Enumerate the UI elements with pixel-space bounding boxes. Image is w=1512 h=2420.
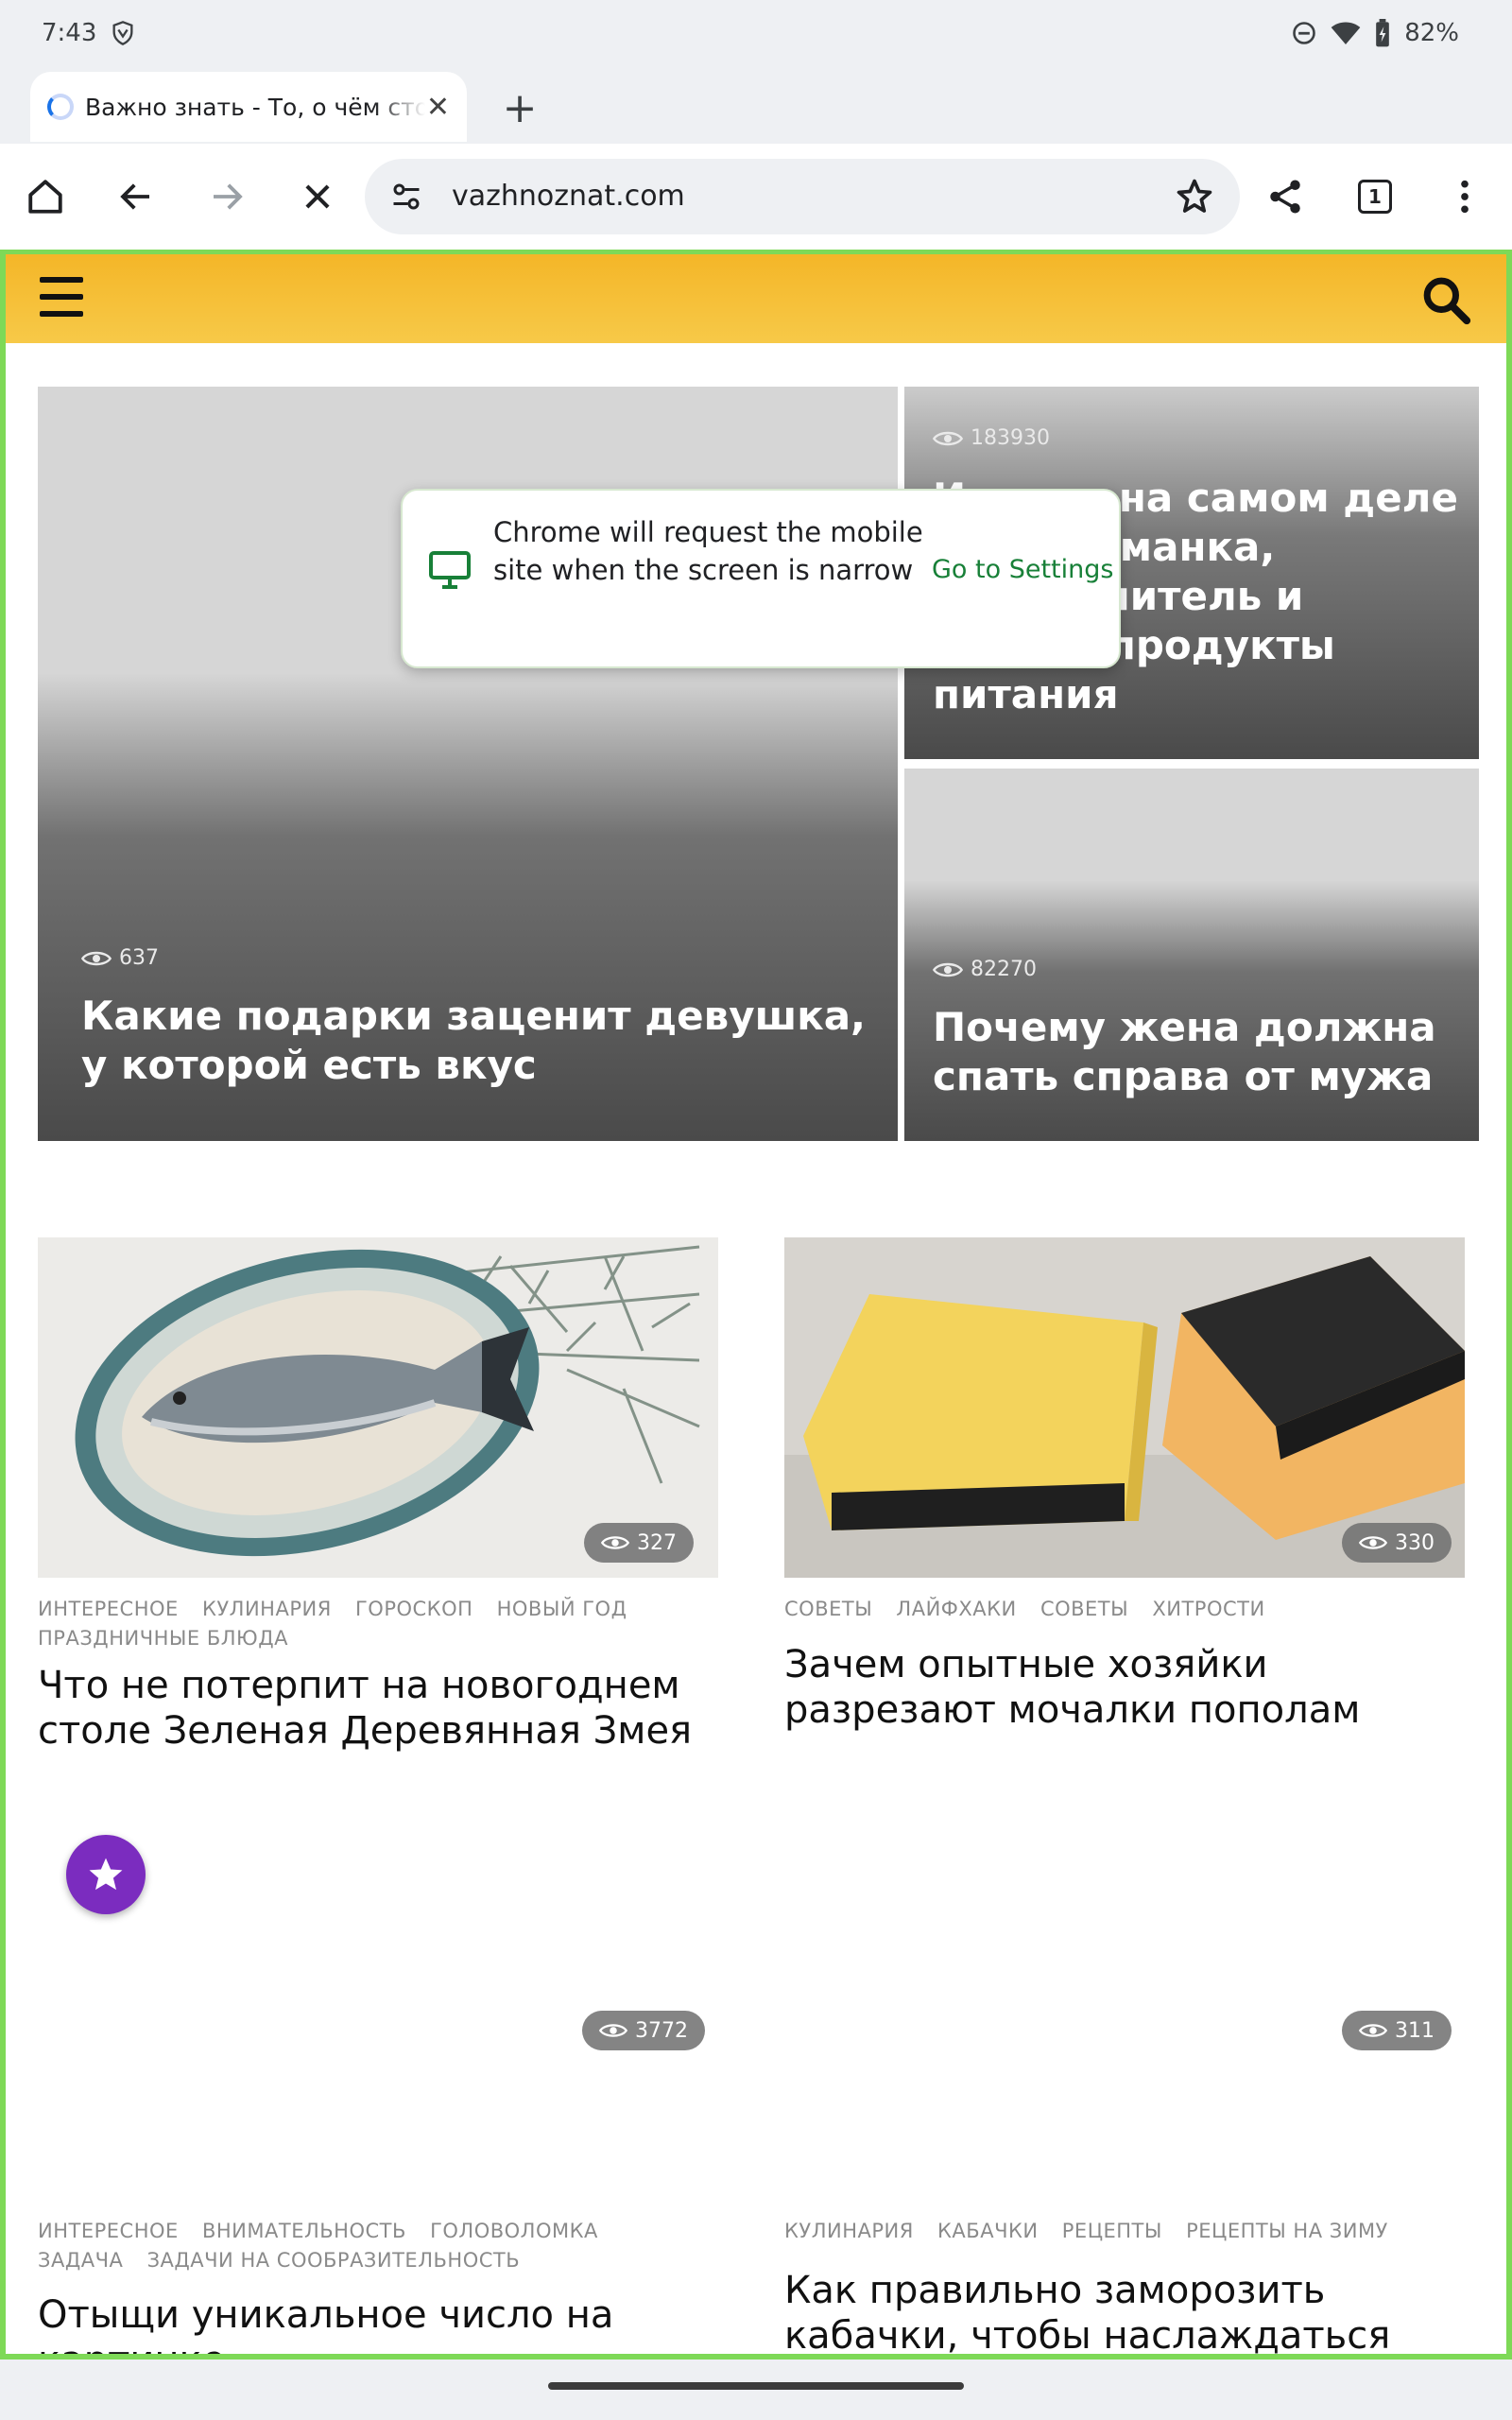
- views-badge: 311: [1342, 2011, 1452, 2050]
- eye-icon: [933, 431, 963, 445]
- views-counter: 82270: [933, 958, 1037, 981]
- hero-title[interactable]: Почему жена должна спать справа от мужа: [933, 1003, 1462, 1101]
- tag-link[interactable]: ИНТЕРЕСНОЕ: [38, 2220, 179, 2242]
- eye-icon: [1359, 2024, 1387, 2037]
- tab-switcher-button[interactable]: 1: [1347, 168, 1403, 225]
- go-to-settings-link[interactable]: Go to Settings: [932, 555, 1113, 584]
- tag-link[interactable]: СОВЕТЫ: [1040, 1598, 1128, 1620]
- tag-link[interactable]: ЗАДАЧИ НА СООБРАЗИТЕЛЬНОСТЬ: [147, 2249, 521, 2272]
- desktop-monitor-icon: [429, 551, 471, 589]
- views-counter: 183930: [933, 426, 1050, 450]
- loading-spinner-icon: [47, 94, 74, 120]
- tag-list: ИНТЕРЕСНОЕ ВНИМАТЕЛЬНОСТЬ ГОЛОВОЛОМКА ЗА…: [38, 2217, 718, 2275]
- browser-toolbar: vazhnoznat.com 1: [0, 144, 1512, 250]
- site-header: [6, 254, 1506, 343]
- tag-link[interactable]: КУЛИНАРИЯ: [784, 2220, 914, 2242]
- favorites-fab-button[interactable]: [66, 1835, 146, 1914]
- article-thumbnail[interactable]: 327: [38, 1237, 718, 1578]
- tag-link[interactable]: ЗАДАЧА: [38, 2249, 123, 2272]
- views-counter: 637: [81, 946, 159, 970]
- vpn-shield-icon: [112, 21, 133, 45]
- views-badge: 3772: [582, 2011, 705, 2050]
- tag-link[interactable]: СОВЕТЫ: [784, 1598, 872, 1620]
- do-not-disturb-icon: [1293, 22, 1315, 44]
- infobar-message: Chrome will request the mobile site when…: [493, 516, 923, 586]
- menu-hamburger-icon[interactable]: [40, 277, 83, 317]
- article-thumbnail[interactable]: 330: [784, 1237, 1465, 1578]
- back-arrow-icon: [120, 183, 149, 210]
- tag-link[interactable]: ПРАЗДНИЧНЫЕ БЛЮДА: [38, 1627, 288, 1650]
- eye-icon: [599, 2024, 627, 2037]
- views-count: 637: [119, 946, 159, 970]
- article-title[interactable]: Что не потерпит на новогоднем столе Зеле…: [38, 1663, 699, 1754]
- forward-arrow-icon: [214, 183, 243, 210]
- mobile-site-infobar: Chrome will request the mobile site when…: [401, 489, 1121, 668]
- article-title[interactable]: Как правильно заморозить кабачки, чтобы …: [784, 2268, 1465, 2354]
- tag-list: КУЛИНАРИЯ КАБАЧКИ РЕЦЕПТЫ РЕЦЕПТЫ НА ЗИМ…: [784, 2217, 1465, 2246]
- search-icon[interactable]: [1419, 273, 1472, 326]
- system-nav-bar: [0, 2360, 1512, 2420]
- status-bar: 7:43 82%: [0, 0, 1512, 68]
- hero-article-bottom-right[interactable]: 82270 Почему жена должна спать справа от…: [904, 769, 1479, 1141]
- home-icon: [28, 180, 62, 214]
- views-count: 327: [637, 1530, 677, 1555]
- tag-link[interactable]: ГОРОСКОП: [355, 1598, 472, 1620]
- views-count: 311: [1395, 2018, 1435, 2043]
- more-vert-icon: [1461, 180, 1469, 214]
- article-title[interactable]: Отыщи уникальное число на картинке: [38, 2292, 718, 2354]
- tag-list: СОВЕТЫ ЛАЙФХАКИ СОВЕТЫ ХИТРОСТИ: [784, 1595, 1465, 1624]
- gesture-handle[interactable]: [548, 2382, 964, 2390]
- address-bar[interactable]: vazhnoznat.com: [365, 159, 1240, 234]
- web-content: 637 Какие подарки заценит девушка, у кот…: [0, 250, 1512, 2360]
- menu-button[interactable]: [1436, 168, 1493, 225]
- site-settings-icon[interactable]: [389, 180, 423, 214]
- tag-link[interactable]: ВНИМАТЕЛЬНОСТЬ: [202, 2220, 406, 2242]
- new-tab-button[interactable]: +: [491, 79, 548, 136]
- tag-link[interactable]: КУЛИНАРИЯ: [202, 1598, 332, 1620]
- tag-link[interactable]: РЕЦЕПТЫ: [1062, 2220, 1162, 2242]
- views-badge: 330: [1342, 1523, 1452, 1563]
- tab-close-icon[interactable]: ✕: [426, 91, 450, 124]
- wifi-icon: [1331, 22, 1361, 44]
- tag-link[interactable]: ГОЛОВОЛОМКА: [430, 2220, 598, 2242]
- article-thumbnail[interactable]: 3772: [38, 1975, 718, 2060]
- tab-count: 1: [1358, 180, 1392, 214]
- tag-link[interactable]: ЛАЙФХАКИ: [896, 1598, 1016, 1620]
- tag-link[interactable]: РЕЦЕПТЫ НА ЗИМУ: [1186, 2220, 1388, 2242]
- views-count: 82270: [971, 958, 1037, 981]
- browser-tab[interactable]: Важно знать - То, о чём стоит знать ✕: [30, 72, 467, 142]
- battery-level: 82%: [1404, 19, 1459, 47]
- back-button[interactable]: [108, 168, 164, 225]
- star-icon: [89, 1858, 123, 1891]
- views-count: 330: [1395, 1530, 1435, 1555]
- article-title[interactable]: Зачем опытные хозяйки разрезают мочалки …: [784, 1642, 1465, 1733]
- views-count: 183930: [971, 426, 1050, 450]
- close-icon: [305, 184, 330, 209]
- share-button[interactable]: [1257, 168, 1314, 225]
- views-count: 3772: [635, 2018, 688, 2043]
- eye-icon: [81, 951, 112, 965]
- eye-icon: [933, 962, 963, 977]
- tag-link[interactable]: НОВЫЙ ГОД: [497, 1598, 627, 1620]
- tab-strip: Важно знать - То, о чём стоит знать ✕ +: [0, 68, 1512, 144]
- stop-loading-button[interactable]: [289, 168, 346, 225]
- battery-icon: [1376, 19, 1390, 47]
- article-thumbnail[interactable]: 311: [784, 1975, 1465, 2060]
- tag-list: ИНТЕРЕСНОЕ КУЛИНАРИЯ ГОРОСКОП НОВЫЙ ГОД …: [38, 1595, 718, 1653]
- bookmark-star-icon[interactable]: [1174, 176, 1215, 217]
- share-icon: [1270, 180, 1300, 214]
- eye-icon: [1359, 1536, 1387, 1549]
- status-time: 7:43: [42, 19, 97, 47]
- views-badge: 327: [584, 1523, 694, 1563]
- tag-link[interactable]: КАБАЧКИ: [937, 2220, 1039, 2242]
- tag-link[interactable]: ИНТЕРЕСНОЕ: [38, 1598, 179, 1620]
- tag-link[interactable]: ХИТРОСТИ: [1152, 1598, 1264, 1620]
- url-text[interactable]: vazhnoznat.com: [452, 180, 685, 213]
- forward-button[interactable]: [198, 168, 255, 225]
- eye-icon: [601, 1536, 629, 1549]
- home-button[interactable]: [17, 168, 74, 225]
- tab-title: Важно знать - То, о чём стоит знать: [85, 93, 425, 121]
- hero-title[interactable]: Какие подарки заценит девушка, у которой…: [81, 992, 866, 1090]
- status-right: 82%: [1291, 19, 1459, 47]
